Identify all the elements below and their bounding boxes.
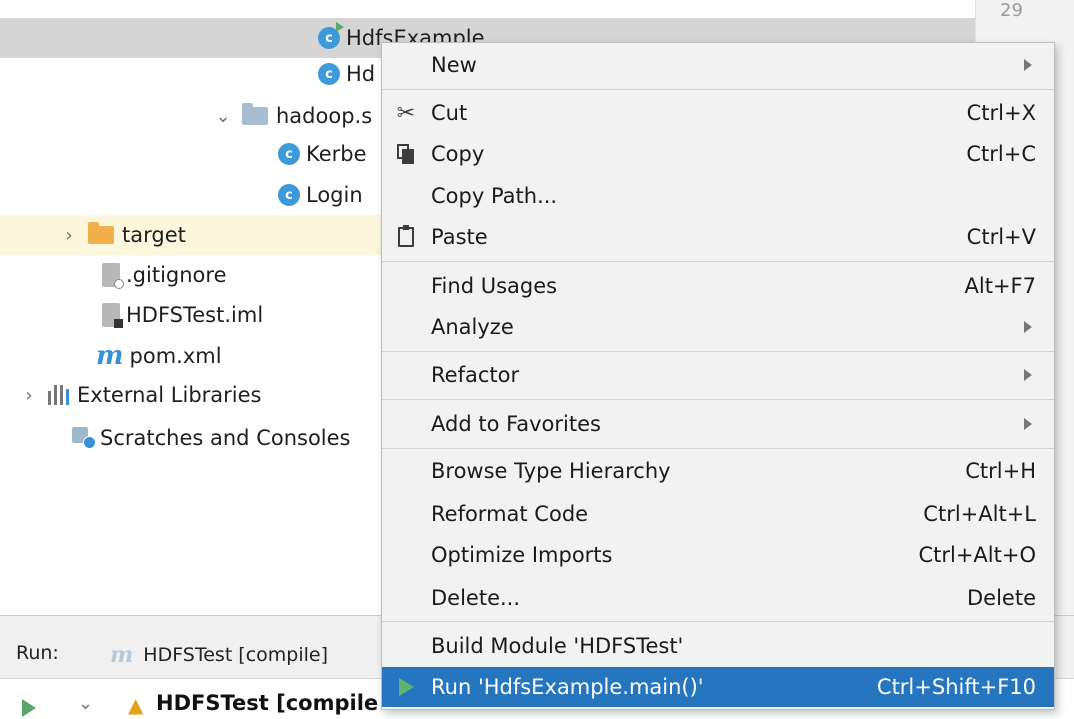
chevron-down-icon[interactable]: ⌄	[78, 693, 93, 714]
tree-item-label: pom.xml	[129, 344, 222, 368]
tree-item-label: HDFSTest.iml	[126, 303, 264, 327]
menu-shortcut: Ctrl+V	[966, 225, 1036, 249]
menu-item-new[interactable]: New	[382, 45, 1054, 85]
menu-item-build-module[interactable]: Build Module 'HDFSTest'	[382, 626, 1054, 666]
menu-shortcut: Ctrl+Alt+O	[918, 543, 1036, 567]
run-icon	[394, 675, 418, 699]
menu-item-label: Copy	[431, 142, 485, 166]
menu-item-label: Delete...	[431, 586, 521, 610]
java-class-icon: c	[278, 143, 300, 165]
menu-item-refactor[interactable]: Refactor	[382, 355, 1054, 395]
tree-item-label: target	[122, 223, 186, 247]
tree-item-label: Hd	[346, 62, 376, 86]
menu-item-optimize-imports[interactable]: Optimize Imports Ctrl+Alt+O	[382, 535, 1054, 575]
submenu-arrow-icon	[1024, 59, 1032, 71]
run-tab-label: HDFSTest [compile]	[143, 644, 329, 666]
menu-separator	[382, 621, 1054, 622]
menu-item-label: New	[431, 53, 477, 77]
menu-shortcut: Ctrl+X	[966, 101, 1036, 125]
menu-item-label: Analyze	[431, 315, 514, 339]
line-number: 29	[1000, 0, 1023, 21]
run-title: Run:	[16, 642, 59, 664]
menu-shortcut: Ctrl+C	[966, 142, 1036, 166]
run-marker-icon	[336, 22, 344, 32]
tree-item-label: External Libraries	[77, 383, 262, 407]
libraries-icon	[48, 385, 69, 405]
tree-item-label: hadoop.s	[276, 104, 373, 128]
package-folder-icon	[242, 103, 268, 125]
paste-icon	[394, 225, 418, 249]
menu-item-label: Find Usages	[431, 274, 558, 298]
menu-shortcut: Ctrl+Alt+L	[923, 502, 1036, 526]
menu-item-label: Cut	[431, 101, 468, 125]
folder-icon	[88, 222, 114, 244]
menu-separator	[382, 448, 1054, 449]
menu-item-label: Optimize Imports	[431, 543, 613, 567]
menu-item-copy[interactable]: Copy Ctrl+C	[382, 134, 1054, 174]
menu-item-delete[interactable]: Delete... Delete	[382, 578, 1054, 618]
ignored-file-icon	[102, 263, 124, 289]
menu-item-find-usages[interactable]: Find Usages Alt+F7	[382, 266, 1054, 306]
menu-shortcut: Ctrl+H	[965, 459, 1036, 483]
menu-item-analyze[interactable]: Analyze	[382, 307, 1054, 347]
submenu-arrow-icon	[1024, 369, 1032, 381]
menu-separator	[382, 351, 1054, 352]
copy-icon	[394, 142, 418, 166]
tree-item-label: Scratches and Consoles	[100, 426, 351, 450]
menu-shortcut: Ctrl+Shift+F10	[876, 675, 1036, 699]
rerun-icon[interactable]	[22, 699, 36, 717]
tree-item-label: .gitignore	[126, 263, 227, 287]
menu-item-browse-type-hierarchy[interactable]: Browse Type Hierarchy Ctrl+H	[382, 451, 1054, 491]
menu-item-reformat-code[interactable]: Reformat Code Ctrl+Alt+L	[382, 494, 1054, 534]
menu-item-label: Add to Favorites	[431, 412, 601, 436]
java-class-icon: c	[318, 22, 344, 49]
run-tab-hdfstest-compile[interactable]: m HDFSTest [compile]	[110, 642, 328, 668]
menu-item-label: Build Module 'HDFSTest'	[431, 634, 684, 658]
chevron-right-icon[interactable]: ›	[56, 225, 82, 246]
menu-item-copy-path[interactable]: Copy Path...	[382, 176, 1054, 216]
module-file-icon	[102, 303, 123, 328]
menu-separator	[382, 261, 1054, 262]
menu-shortcut: Alt+F7	[964, 274, 1036, 298]
scratches-icon	[72, 427, 96, 449]
menu-shortcut: Delete	[967, 586, 1036, 610]
menu-separator	[382, 399, 1054, 400]
menu-item-label: Browse Type Hierarchy	[431, 459, 671, 483]
tree-item-label: Kerbe	[306, 142, 367, 166]
context-menu: New ✂ Cut Ctrl+X Copy Ctrl+C Copy Path..…	[381, 42, 1055, 710]
menu-item-add-to-favorites[interactable]: Add to Favorites	[382, 404, 1054, 444]
warning-icon: ▲	[128, 693, 144, 717]
build-node-label[interactable]: HDFSTest [compile	[156, 691, 378, 715]
scissors-icon: ✂	[396, 100, 416, 126]
menu-item-cut[interactable]: ✂ Cut Ctrl+X	[382, 93, 1054, 133]
menu-item-label: Run 'HdfsExample.main()'	[431, 675, 704, 699]
menu-item-run-main[interactable]: Run 'HdfsExample.main()' Ctrl+Shift+F10	[382, 667, 1054, 707]
menu-item-label: Refactor	[431, 363, 520, 387]
java-class-icon: c	[318, 63, 340, 85]
menu-separator	[382, 89, 1054, 90]
chevron-right-icon[interactable]: ›	[16, 385, 42, 406]
menu-item-label: Paste	[431, 225, 488, 249]
maven-icon: m	[96, 341, 124, 371]
menu-item-label: Reformat Code	[431, 502, 589, 526]
submenu-arrow-icon	[1024, 321, 1032, 333]
submenu-arrow-icon	[1024, 418, 1032, 430]
tree-item-label: Login	[306, 183, 363, 207]
menu-item-paste[interactable]: Paste Ctrl+V	[382, 217, 1054, 257]
maven-icon: m	[110, 642, 134, 668]
java-class-icon: c	[278, 184, 300, 206]
menu-item-label: Copy Path...	[431, 184, 558, 208]
chevron-down-icon[interactable]: ⌄	[210, 106, 236, 127]
